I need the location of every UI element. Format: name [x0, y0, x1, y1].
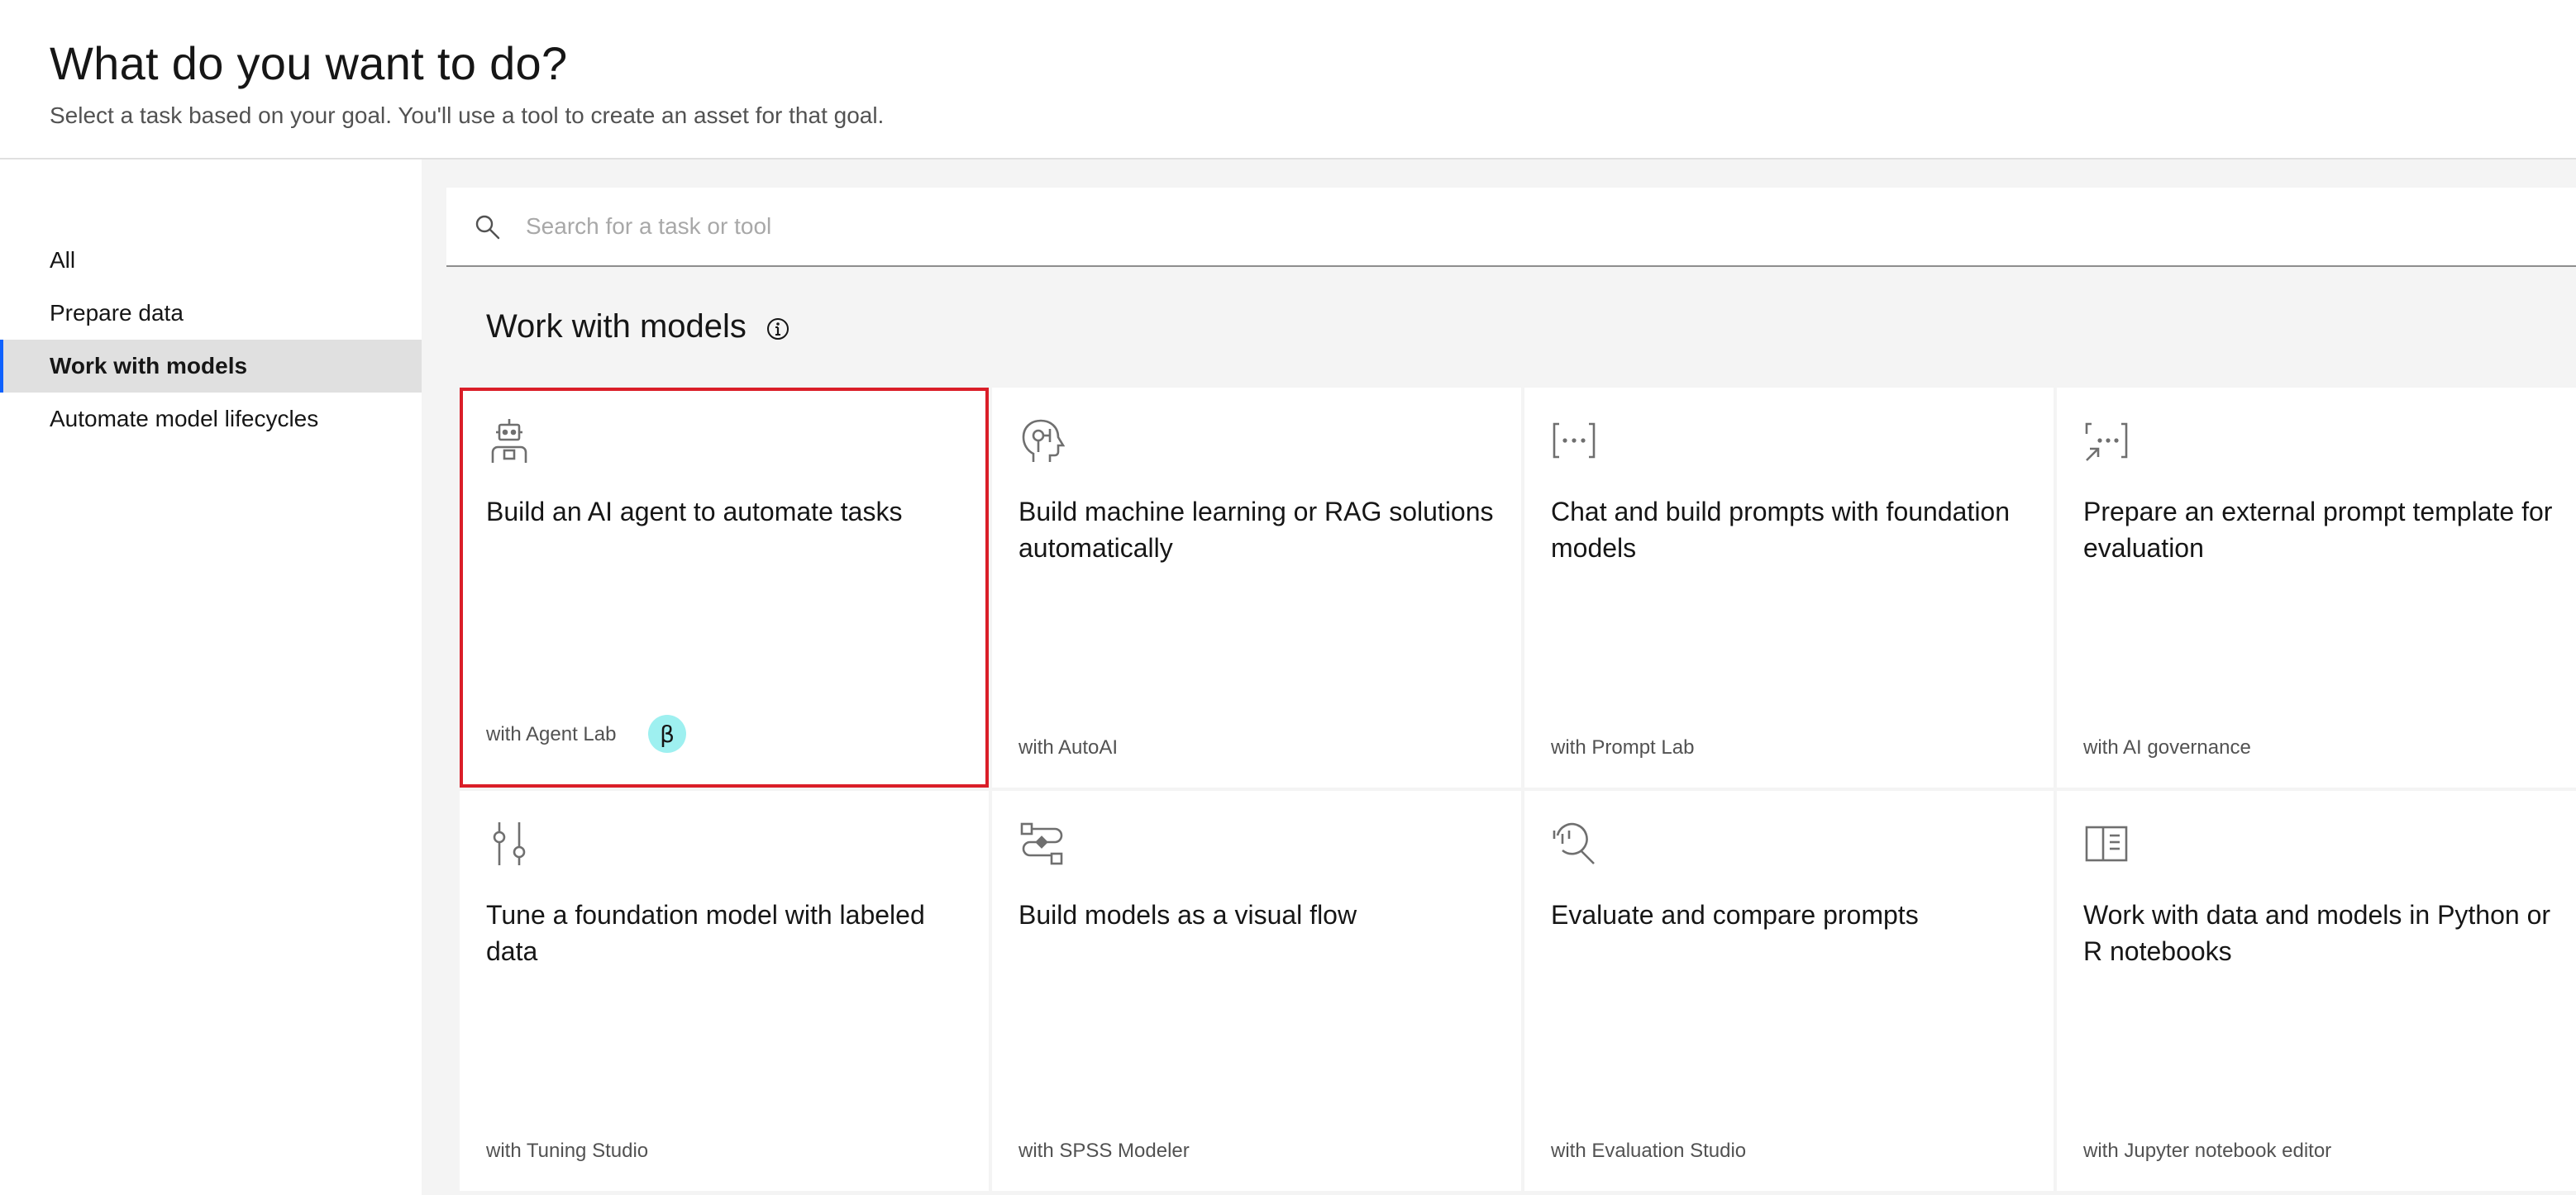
sidebar-item-all[interactable]: All [0, 234, 422, 287]
sidebar-item-prepare-data[interactable]: Prepare data [0, 287, 422, 340]
external-prompt-icon [2083, 417, 2130, 464]
task-card-build-ai-agent[interactable]: Build an AI agent to automate tasks with… [460, 388, 989, 788]
card-tool-label: with SPSS Modeler [1018, 1140, 1190, 1162]
task-card-visual-flow[interactable]: Build models as a visual flow with SPSS … [992, 791, 1521, 1191]
search-icon [473, 212, 503, 242]
card-title: Build models as a visual flow [1018, 900, 1357, 930]
task-card-build-ml-rag[interactable]: Build machine learning or RAG solutions … [992, 388, 1521, 788]
card-tool-label: with Jupyter notebook editor [2083, 1140, 2332, 1162]
notebook-icon [2083, 821, 2130, 867]
card-title: Prepare an external prompt template for … [2083, 497, 2553, 563]
prompt-brackets-icon [1551, 417, 1597, 464]
page-header: What do you want to do? Select a task ba… [0, 0, 2576, 159]
page-title: What do you want to do? [50, 37, 568, 89]
beta-badge: β [648, 715, 686, 753]
sidebar: All Prepare data Work with models Automa… [0, 159, 422, 1195]
task-card-external-prompt-template[interactable]: Prepare an external prompt template for … [2057, 388, 2576, 788]
info-icon[interactable] [766, 317, 790, 341]
evaluate-magnifier-icon [1551, 821, 1597, 867]
task-card-notebooks[interactable]: Work with data and models in Python or R… [2057, 791, 2576, 1191]
task-card-tune-foundation-model[interactable]: Tune a foundation model with labeled dat… [460, 791, 989, 1191]
section-title: Work with models [486, 308, 747, 345]
card-tool-label: with Tuning Studio [486, 1140, 649, 1162]
search-input[interactable] [526, 188, 2510, 265]
search-bar[interactable] [446, 188, 2576, 267]
ai-head-icon [1018, 417, 1065, 464]
page-subtitle: Select a task based on your goal. You'll… [50, 102, 885, 128]
card-title: Evaluate and compare prompts [1551, 900, 1919, 930]
flow-icon [1018, 821, 1065, 867]
sidebar-item-work-with-models[interactable]: Work with models [0, 340, 422, 393]
main-content: Work with models Build an AI agent to au… [422, 159, 2576, 1195]
card-tool-label: with AutoAI [1018, 736, 1119, 759]
sidebar-item-automate-model-lifecycles[interactable]: Automate model lifecycles [0, 393, 422, 445]
card-title: Chat and build prompts with foundation m… [1551, 497, 2011, 563]
robot-icon [486, 417, 532, 464]
card-title: Build machine learning or RAG solutions … [1018, 497, 1494, 563]
task-card-evaluate-compare-prompts[interactable]: Evaluate and compare prompts with Evalua… [1524, 791, 2054, 1191]
card-tool-label: with AI governance [2083, 736, 2251, 759]
card-title: Tune a foundation model with labeled dat… [486, 900, 925, 966]
card-tool-label: with Evaluation Studio [1551, 1140, 1747, 1162]
card-tool-label: with Prompt Lab [1551, 736, 1695, 759]
card-tool-label: with Agent Lab [486, 723, 617, 745]
card-title: Work with data and models in Python or R… [2083, 900, 2551, 966]
task-card-chat-build-prompts[interactable]: Chat and build prompts with foundation m… [1524, 388, 2054, 788]
tuning-sliders-icon [486, 821, 532, 867]
card-title: Build an AI agent to automate tasks [486, 497, 903, 526]
